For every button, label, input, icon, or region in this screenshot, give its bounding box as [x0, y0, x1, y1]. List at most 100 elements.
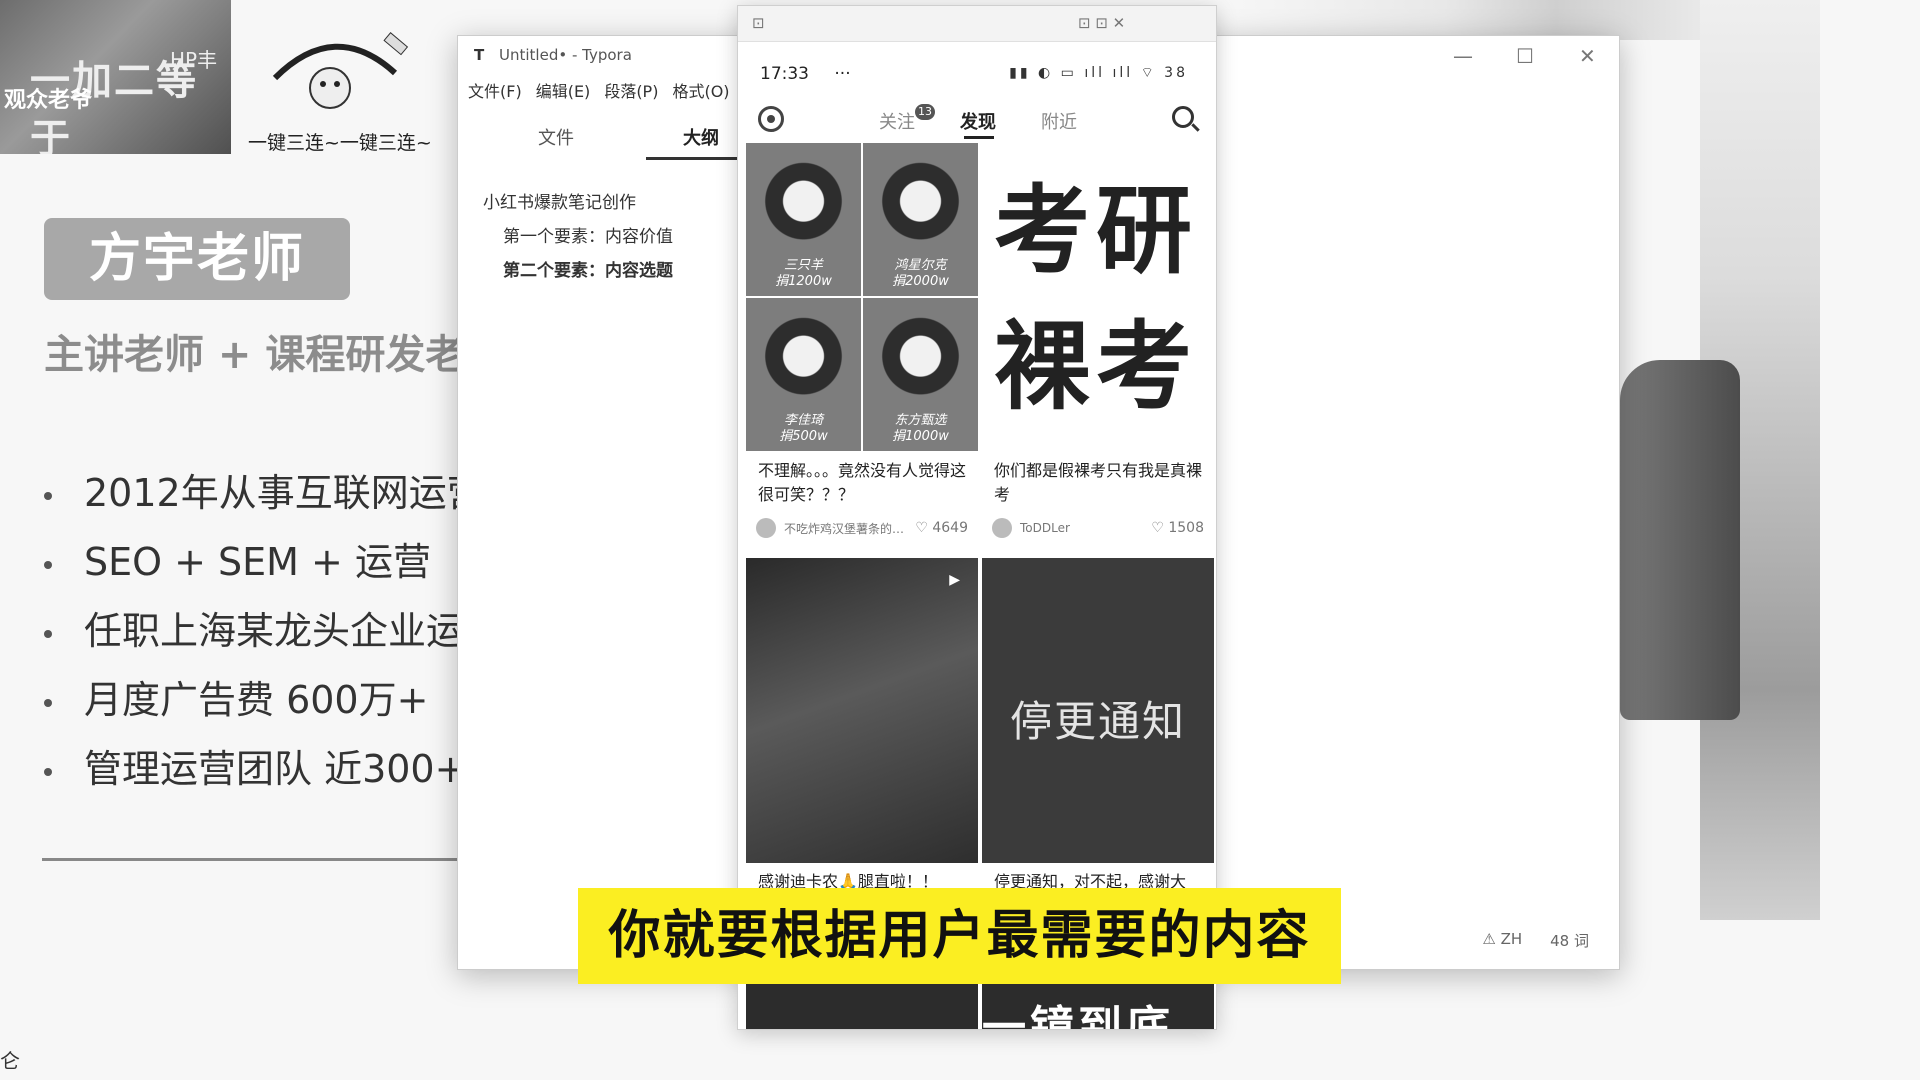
- card-big-text: 裸考: [994, 311, 1198, 423]
- outline-item-h1[interactable]: 小红书爆款笔记创作: [483, 186, 673, 220]
- phone-status-icons: ▮▮ ◐ ▭ ıll ıll ⌔ 38: [1009, 65, 1188, 81]
- bio-item: SEO + SEM + 运营: [44, 534, 485, 603]
- menu-edit[interactable]: 编辑(E): [536, 78, 591, 102]
- outline-item-h2[interactable]: 第一个要素：内容价值: [483, 220, 673, 254]
- bullet-dot: [44, 767, 52, 776]
- face-caption: 李佳琦 捐500w: [779, 413, 828, 444]
- window-title: Untitled• - Typora: [499, 46, 632, 64]
- card-title: 你们都是假裸考只有我是真裸考: [994, 461, 1203, 504]
- phone-mirror-window: ⊡ ⊡ ⊡ ✕ 17:33 ··· ▮▮ ◐ ▭ ıll ıll ⌔ 38 关注…: [737, 5, 1217, 1030]
- avatar: [992, 518, 1012, 538]
- feed-card[interactable]: [746, 976, 978, 1029]
- face-tile: 鸿星尔克 捐2000w: [863, 143, 978, 296]
- minimize-button[interactable]: —: [1453, 44, 1473, 68]
- active-tab-indicator: [964, 136, 994, 139]
- video-subtitle: 你就要根据用户最需要的内容: [578, 888, 1341, 984]
- bullet-dot: [44, 560, 52, 569]
- bio-text: 月度广告费 600万+: [84, 678, 429, 722]
- slide-divider: [42, 858, 472, 861]
- phone-window-controls[interactable]: ⊡ ⊡ ✕: [1078, 14, 1125, 32]
- phone-status-time: 17:33 ···: [760, 64, 851, 84]
- xiaohongshu-top-nav: 关注 13 发现 附近: [738, 104, 1216, 144]
- outline-item-h2-active[interactable]: 第二个要素：内容选题: [483, 254, 673, 288]
- language-indicator[interactable]: ⚠ ZH: [1482, 930, 1522, 951]
- bio-item: 任职上海某龙头企业运: [44, 603, 485, 672]
- sidebar-tabs: 文件 大纲: [468, 124, 756, 164]
- card-meta: 不吃炸鸡汉堡薯条的… ♡ 4649: [756, 518, 968, 538]
- teacher-bio-list: 2012年从事互联网运营 SEO + SEM + 运营 任职上海某龙头企业运 月…: [44, 465, 485, 810]
- window-title-bar: T Untitled• - Typora: [474, 46, 632, 64]
- face-tile: 三只羊 捐1200w: [746, 143, 861, 296]
- cartoon-thumbnail: 一加二等于 观众老爷 HP丰: [0, 0, 231, 154]
- bio-item: 管理运营团队 近300+: [44, 741, 485, 810]
- background-presenter-figure: [1620, 360, 1740, 720]
- maximize-button[interactable]: ☐: [1516, 44, 1534, 68]
- menu-paragraph[interactable]: 段落(P): [604, 78, 658, 102]
- feed-card[interactable]: ▶ 感谢迪卡农🙏腿直啦！！: [746, 558, 978, 898]
- feed-card[interactable]: 停更通知 停更通知，对不起，感谢大: [982, 558, 1214, 898]
- card-author: ToDDLer: [1020, 521, 1070, 535]
- feed-card[interactable]: 考研 裸考 你们都是假裸考只有我是真裸考 ToDDLer ♡ 1508: [982, 143, 1214, 543]
- like-count[interactable]: ♡ 1508: [1151, 520, 1204, 536]
- bullet-dot: [44, 629, 52, 638]
- camera-icon[interactable]: [758, 106, 784, 132]
- phone-window-titlebar: ⊡ ⊡ ⊡ ✕: [738, 6, 1216, 42]
- face-caption: 三只羊 捐1200w: [775, 258, 832, 289]
- face-caption: 东方甄选 捐1000w: [892, 413, 949, 444]
- card-image: 考研 裸考: [982, 143, 1214, 451]
- tab-discover[interactable]: 发现: [960, 108, 996, 134]
- face-tile: 李佳琦 捐500w: [746, 298, 861, 451]
- feed-card[interactable]: 三只羊 捐1200w 鸿星尔克 捐2000w 李佳琦 捐500w 东方甄选 捐1…: [746, 143, 978, 543]
- card-big-text: 一镜到底: [982, 1002, 1174, 1030]
- card-notice-text: 停更通知: [1009, 697, 1186, 746]
- tab-outline[interactable]: 大纲: [683, 124, 719, 150]
- bullet-dot: [44, 491, 52, 500]
- pin-icon[interactable]: ⊡: [752, 14, 765, 32]
- like-count[interactable]: ♡ 4649: [915, 520, 968, 536]
- card-meta: ToDDLer ♡ 1508: [992, 518, 1204, 538]
- avatar: [756, 518, 776, 538]
- teacher-role: 主讲老师 + 课程研发老: [44, 332, 466, 378]
- bio-text: 任职上海某龙头企业运: [84, 609, 465, 653]
- card-image: ▶: [746, 558, 978, 863]
- tab-files[interactable]: 文件: [538, 124, 574, 150]
- bottom-edge-glyph: 仑: [0, 1049, 20, 1073]
- card-title: 不理解。。。竟然没有人觉得这很可笑？？？: [758, 461, 967, 504]
- card-author: 不吃炸鸡汉堡薯条的…: [784, 521, 905, 536]
- menu-file[interactable]: 文件(F): [468, 78, 522, 102]
- feed-card[interactable]: 一镜到底: [982, 976, 1214, 1030]
- tab-nearby[interactable]: 附近: [1041, 108, 1077, 134]
- face-tile: 东方甄选 捐1000w: [863, 298, 978, 451]
- follow-count-badge: 13: [915, 104, 935, 120]
- bio-text: 2012年从事互联网运营: [84, 471, 485, 515]
- menu-format[interactable]: 格式(O): [672, 78, 729, 102]
- card-big-text: 考研: [994, 175, 1198, 287]
- typora-logo-icon: T: [474, 46, 485, 64]
- bio-text: SEO + SEM + 运营: [84, 540, 431, 584]
- more-dots-icon: ···: [834, 64, 851, 84]
- video-play-icon: ▶: [949, 572, 960, 588]
- thumbnail-corner-text: HP丰: [170, 48, 218, 72]
- card-image: 三只羊 捐1200w 鸿星尔克 捐2000w 李佳琦 捐500w 东方甄选 捐1…: [746, 143, 978, 451]
- teacher-name-badge: 方宇老师: [44, 218, 350, 300]
- card-image: 停更通知: [982, 558, 1214, 863]
- clock: 17:33: [760, 64, 809, 84]
- donation-face-grid: 三只羊 捐1200w 鸿星尔克 捐2000w 李佳琦 捐500w 东方甄选 捐1…: [746, 143, 978, 451]
- thumbnail-viewer-text: 观众老爷: [4, 88, 93, 113]
- bullet-dot: [44, 698, 52, 707]
- word-count[interactable]: 48 词: [1550, 930, 1589, 951]
- status-bar: ⚠ ZH 48 词: [1482, 930, 1589, 951]
- bio-text: 管理运营团队 近300+: [84, 747, 467, 791]
- search-icon[interactable]: [1172, 106, 1194, 128]
- deco-caption: 一键三连~一键三连~: [248, 132, 432, 154]
- cartoon-face-drawing: [272, 32, 409, 109]
- notice-thumbnail: 停更通知: [982, 558, 1214, 863]
- outline-panel: 小红书爆款笔记创作 第一个要素：内容价值 第二个要素：内容选题: [483, 186, 673, 288]
- menu-bar: 文件(F) 编辑(E) 段落(P) 格式(O): [468, 78, 730, 102]
- tab-follow[interactable]: 关注: [879, 108, 915, 134]
- close-button[interactable]: ✕: [1579, 44, 1596, 68]
- bio-item: 月度广告费 600万+: [44, 672, 485, 741]
- video-thumbnail: [746, 558, 978, 863]
- face-caption: 鸿星尔克 捐2000w: [892, 258, 949, 289]
- background-plant: [1220, 0, 1780, 40]
